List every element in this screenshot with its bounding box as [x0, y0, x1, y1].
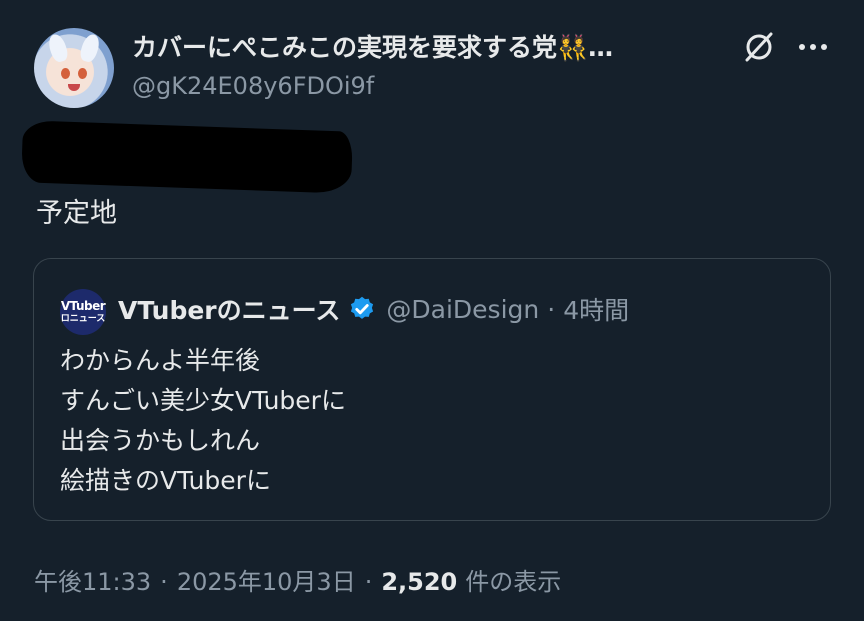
- post-text: 予定地: [36, 198, 117, 229]
- quoted-text-line: わからんよ半年後: [60, 346, 261, 375]
- avatar-eye-right: [78, 68, 87, 79]
- more-icon[interactable]: [796, 34, 830, 60]
- view-count-label: 件の表示: [465, 568, 562, 596]
- post-date[interactable]: 2025年10月3日: [177, 562, 356, 597]
- avatar-mouth: [68, 84, 80, 91]
- grok-icon[interactable]: [742, 30, 776, 64]
- author-avatar[interactable]: [34, 28, 114, 108]
- quoted-avatar-text-bottom: ロニュース: [60, 314, 106, 324]
- quoted-post-text: わからんよ半年後 すんごい美少女VTuberに 出会うかもしれん 絵描きのVTu…: [60, 341, 346, 501]
- view-count[interactable]: 2,520: [381, 568, 457, 596]
- quoted-text-line: 絵描きのVTuberに: [60, 466, 271, 495]
- tweet: カバーにぺこみこの実現を要求する党👯… @gK24E08y6FDOi9f 予定地…: [0, 0, 864, 621]
- quoted-author-name[interactable]: VTuberのニュース: [118, 291, 340, 327]
- quoted-post-header: VTuberのニュース @DaiDesign · 4時間: [118, 291, 629, 327]
- author-display-name[interactable]: カバーにぺこみこの実現を要求する党👯…: [132, 28, 613, 64]
- avatar-ear-left: [46, 32, 70, 64]
- meta-separator: ·: [160, 568, 168, 596]
- quoted-author-avatar[interactable]: VTuber ロニュース: [60, 289, 106, 335]
- quoted-post[interactable]: VTuber ロニュース VTuberのニュース @DaiDesign · 4時…: [33, 258, 831, 521]
- post-meta: 午後11:33 · 2025年10月3日 · 2,520 件の表示: [34, 562, 561, 597]
- quoted-separator: ·: [547, 294, 556, 324]
- avatar-ear-right: [78, 32, 102, 64]
- avatar-eye-left: [61, 68, 70, 79]
- post-time[interactable]: 午後11:33: [34, 562, 151, 597]
- meta-separator: ·: [364, 568, 373, 596]
- quoted-post-time[interactable]: 4時間: [563, 291, 629, 327]
- quoted-text-line: すんごい美少女VTuberに: [60, 386, 346, 415]
- author-handle[interactable]: @gK24E08y6FDOi9f: [132, 72, 374, 100]
- quoted-avatar-text-top: VTuber: [60, 299, 106, 313]
- redacted-text: [21, 120, 353, 194]
- quoted-text-line: 出会うかもしれん: [60, 426, 261, 455]
- quoted-author-handle[interactable]: @DaiDesign: [386, 295, 539, 324]
- verified-badge-icon: [351, 296, 374, 319]
